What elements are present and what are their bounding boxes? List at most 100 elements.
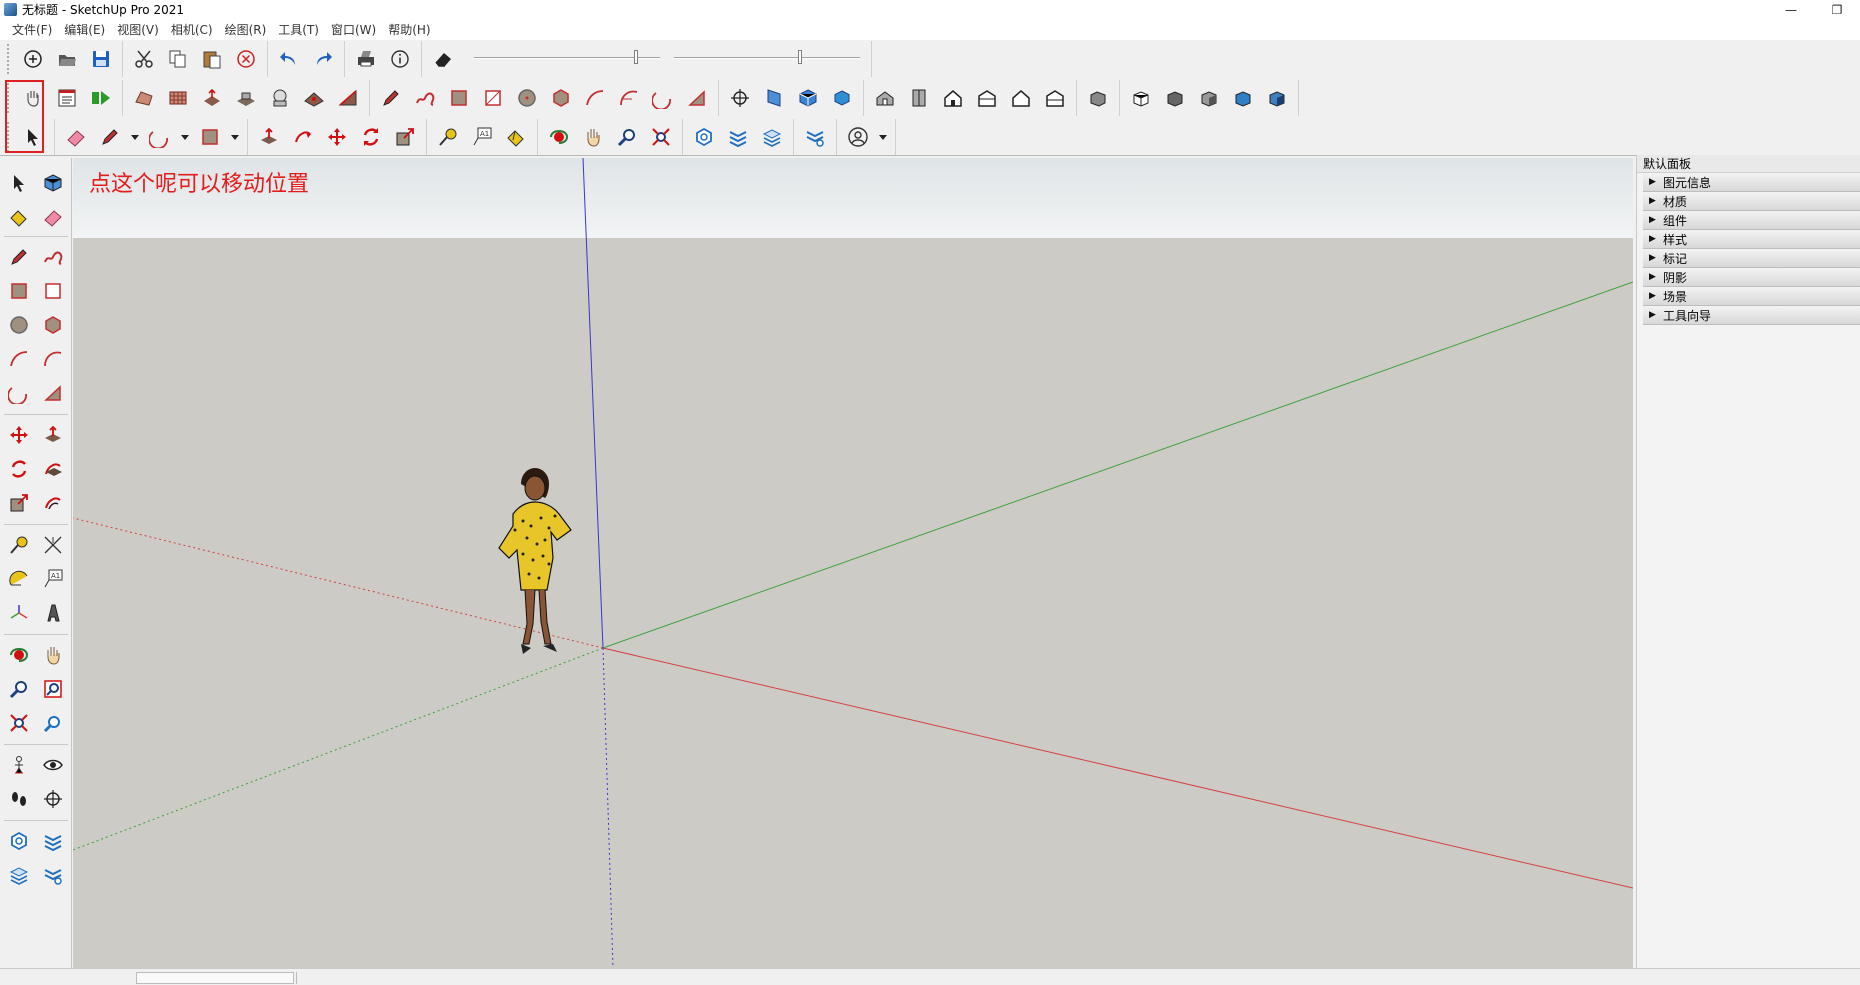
menu-file[interactable]: 文件(F) <box>6 20 58 40</box>
lt-zoom-extents[interactable] <box>4 708 34 738</box>
minimize-button[interactable]: — <box>1768 0 1814 20</box>
fog-slider[interactable] <box>474 47 660 69</box>
lt-layout[interactable] <box>4 860 34 890</box>
lt-position-camera[interactable] <box>4 750 34 780</box>
tray-item-instructor[interactable]: ▶ 工具向导 <box>1643 306 1860 325</box>
play-animation-button[interactable] <box>84 82 118 114</box>
lt-offset[interactable] <box>38 488 68 518</box>
section-display-button[interactable] <box>825 82 859 114</box>
redo-button[interactable] <box>306 43 340 75</box>
wireframe-button[interactable] <box>1124 82 1158 114</box>
lt-three-point-arc[interactable] <box>4 378 34 408</box>
lt-move[interactable] <box>4 420 34 450</box>
account-dropdown[interactable] <box>875 121 891 153</box>
scale-figure-person[interactable] <box>493 466 573 669</box>
layout-button[interactable] <box>755 121 789 153</box>
add-detail-button[interactable] <box>297 82 331 114</box>
lt-circle[interactable] <box>4 310 34 340</box>
lt-select[interactable] <box>4 168 34 198</box>
rotated-rect-button[interactable] <box>476 82 510 114</box>
lt-zoom[interactable] <box>4 674 34 704</box>
xray-button[interactable] <box>1081 82 1115 114</box>
lt-follow-me[interactable] <box>38 454 68 484</box>
sandbox-contours-button[interactable] <box>127 82 161 114</box>
cut-button[interactable] <box>127 43 161 75</box>
lt-eraser[interactable] <box>38 202 68 232</box>
rectangle-button[interactable] <box>442 82 476 114</box>
menu-help[interactable]: 帮助(H) <box>382 20 436 40</box>
lt-freehand[interactable] <box>38 242 68 272</box>
hidden-line-button[interactable] <box>1158 82 1192 114</box>
menu-draw[interactable]: 绘图(R) <box>219 20 273 40</box>
lt-pie[interactable] <box>38 378 68 408</box>
drape-button[interactable] <box>263 82 297 114</box>
new-button[interactable] <box>16 43 50 75</box>
lt-tape[interactable] <box>4 530 34 560</box>
stamp-button[interactable] <box>229 82 263 114</box>
save-button[interactable] <box>84 43 118 75</box>
three-point-arc-button[interactable] <box>646 82 680 114</box>
view-back-button[interactable] <box>1004 82 1038 114</box>
print-button[interactable] <box>349 43 383 75</box>
section-fill-button[interactable] <box>791 82 825 114</box>
lt-protractor[interactable] <box>4 564 34 594</box>
arc-tool-button[interactable] <box>143 121 177 153</box>
tray-item-scenes[interactable]: ▶ 场景 <box>1643 287 1860 306</box>
outliner-button[interactable] <box>50 82 84 114</box>
shaded-button[interactable] <box>1192 82 1226 114</box>
lt-orbit[interactable] <box>4 640 34 670</box>
polygon-button[interactable] <box>544 82 578 114</box>
slider-thumb[interactable] <box>798 50 802 64</box>
flip-edge-button[interactable] <box>331 82 365 114</box>
rotate-button[interactable] <box>354 121 388 153</box>
lt-extensions[interactable] <box>38 826 68 856</box>
paste-button[interactable] <box>195 43 229 75</box>
edge-slider[interactable] <box>674 47 860 69</box>
lt-axes[interactable] <box>4 598 34 628</box>
line-button[interactable] <box>93 121 127 153</box>
arc-button[interactable] <box>578 82 612 114</box>
menu-tools[interactable]: 工具(T) <box>272 20 325 40</box>
view-left-button[interactable] <box>1038 82 1072 114</box>
text-button[interactable]: A1 <box>465 121 499 153</box>
tape-measure-button[interactable] <box>431 121 465 153</box>
menu-window[interactable]: 窗口(W) <box>325 20 382 40</box>
account-button[interactable] <box>841 121 875 153</box>
shape-tool-button[interactable] <box>193 121 227 153</box>
push-pull-button[interactable] <box>252 121 286 153</box>
lt-warehouse[interactable] <box>4 826 34 856</box>
lt-dimension[interactable] <box>38 530 68 560</box>
view-iso-button[interactable] <box>723 82 757 114</box>
copy-button[interactable] <box>161 43 195 75</box>
open-button[interactable] <box>50 43 84 75</box>
orbit-button[interactable] <box>542 121 576 153</box>
tray-item-components[interactable]: ▶ 组件 <box>1643 211 1860 230</box>
lt-pan[interactable] <box>38 640 68 670</box>
scale-button[interactable] <box>388 121 422 153</box>
lt-previous-view[interactable] <box>38 708 68 738</box>
lt-two-point-arc[interactable] <box>38 344 68 374</box>
two-point-arc-button[interactable] <box>612 82 646 114</box>
3d-warehouse-button[interactable] <box>687 121 721 153</box>
undo-button[interactable] <box>272 43 306 75</box>
tray-item-entity-info[interactable]: ▶ 图元信息 <box>1643 173 1860 192</box>
lt-component[interactable] <box>38 168 68 198</box>
maximize-button[interactable]: ❐ <box>1814 0 1860 20</box>
menu-camera[interactable]: 相机(C) <box>165 20 219 40</box>
shape-dropdown[interactable] <box>227 121 243 153</box>
lt-line[interactable] <box>4 242 34 272</box>
lt-arc[interactable] <box>4 344 34 374</box>
lt-extension-manager[interactable] <box>38 860 68 890</box>
eraser-style-button[interactable] <box>426 43 460 75</box>
tray-item-shadows[interactable]: ▶ 阴影 <box>1643 268 1860 287</box>
lt-look-around[interactable] <box>38 750 68 780</box>
extension-manager-button[interactable] <box>798 121 832 153</box>
freehand-button[interactable] <box>408 82 442 114</box>
view-right-button[interactable] <box>970 82 1004 114</box>
view-top-button[interactable] <box>902 82 936 114</box>
lt-polygon[interactable] <box>38 310 68 340</box>
follow-me-button[interactable] <box>286 121 320 153</box>
lt-walk[interactable] <box>4 784 34 814</box>
line-tool-button[interactable] <box>374 82 408 114</box>
smoove-button[interactable] <box>195 82 229 114</box>
